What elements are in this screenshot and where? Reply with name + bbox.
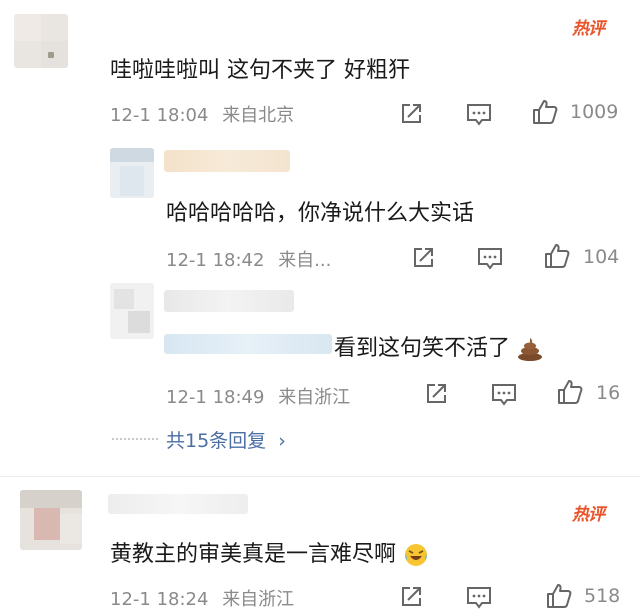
laughing-crying-emoji (405, 544, 428, 566)
comment-meta: 12-1 18:42 来自... (166, 246, 331, 272)
comment-text-content: 看到这句笑不活了 (334, 336, 511, 361)
view-replies-link[interactable]: 共15条回复 › (166, 426, 286, 453)
comment-time: 12-1 18:49 (166, 387, 265, 408)
like-count: 1009 (570, 101, 619, 123)
share-icon[interactable] (410, 245, 436, 271)
like-count: 104 (583, 246, 620, 268)
username-blurred[interactable] (164, 150, 290, 172)
hot-comment-badge: 热评 (572, 505, 605, 525)
comment-location: 来自北京 (222, 105, 295, 126)
comment-icon[interactable] (465, 585, 493, 611)
comment-location: 来自浙江 (278, 387, 351, 408)
like-icon[interactable] (545, 582, 573, 610)
chevron-right-icon: › (278, 430, 286, 452)
like-count: 16 (596, 382, 621, 404)
poop-emoji (518, 338, 543, 361)
comment-meta: 12-1 18:49 来自浙江 (166, 383, 350, 409)
avatar[interactable] (14, 14, 68, 68)
comment-text: 黄教主的审美真是一言难尽啊 (110, 536, 429, 568)
comment-meta: 12-1 18:04 来自北京 (110, 101, 294, 127)
like-icon[interactable] (543, 242, 571, 270)
quoted-text-blurred (164, 334, 332, 354)
like-icon[interactable] (531, 98, 559, 126)
like-icon[interactable] (556, 378, 584, 406)
share-icon[interactable] (398, 101, 424, 127)
share-icon[interactable] (423, 381, 449, 407)
comment-icon[interactable] (465, 102, 493, 128)
comment-text-content: 黄教主的审美真是一言难尽啊 (110, 542, 397, 567)
comment-meta: 12-1 18:24 来自浙江 (110, 585, 294, 611)
username-blurred[interactable] (108, 494, 248, 514)
comment-text: 看到这句笑不活了 (334, 330, 543, 362)
comment-text: 哇啦哇啦叫 这句不夹了 好粗犴 (110, 58, 410, 83)
username-blurred[interactable] (164, 290, 294, 312)
comment-icon[interactable] (490, 382, 518, 408)
avatar[interactable] (110, 283, 154, 339)
view-replies-label: 共15条回复 (166, 430, 267, 452)
comment-location: 来自... (278, 250, 332, 271)
hot-comment-badge: 热评 (572, 19, 605, 39)
share-icon[interactable] (398, 584, 424, 610)
comment-text: 哈哈哈哈哈，你净说什么大实话 (166, 201, 475, 226)
comment-divider (0, 476, 640, 477)
replies-divider (112, 438, 158, 442)
like-count: 518 (584, 585, 621, 607)
comment-icon[interactable] (476, 246, 504, 272)
comment-time: 12-1 18:42 (166, 250, 265, 271)
comment-time: 12-1 18:04 (110, 105, 209, 126)
avatar[interactable] (110, 148, 154, 198)
avatar[interactable] (20, 490, 82, 550)
